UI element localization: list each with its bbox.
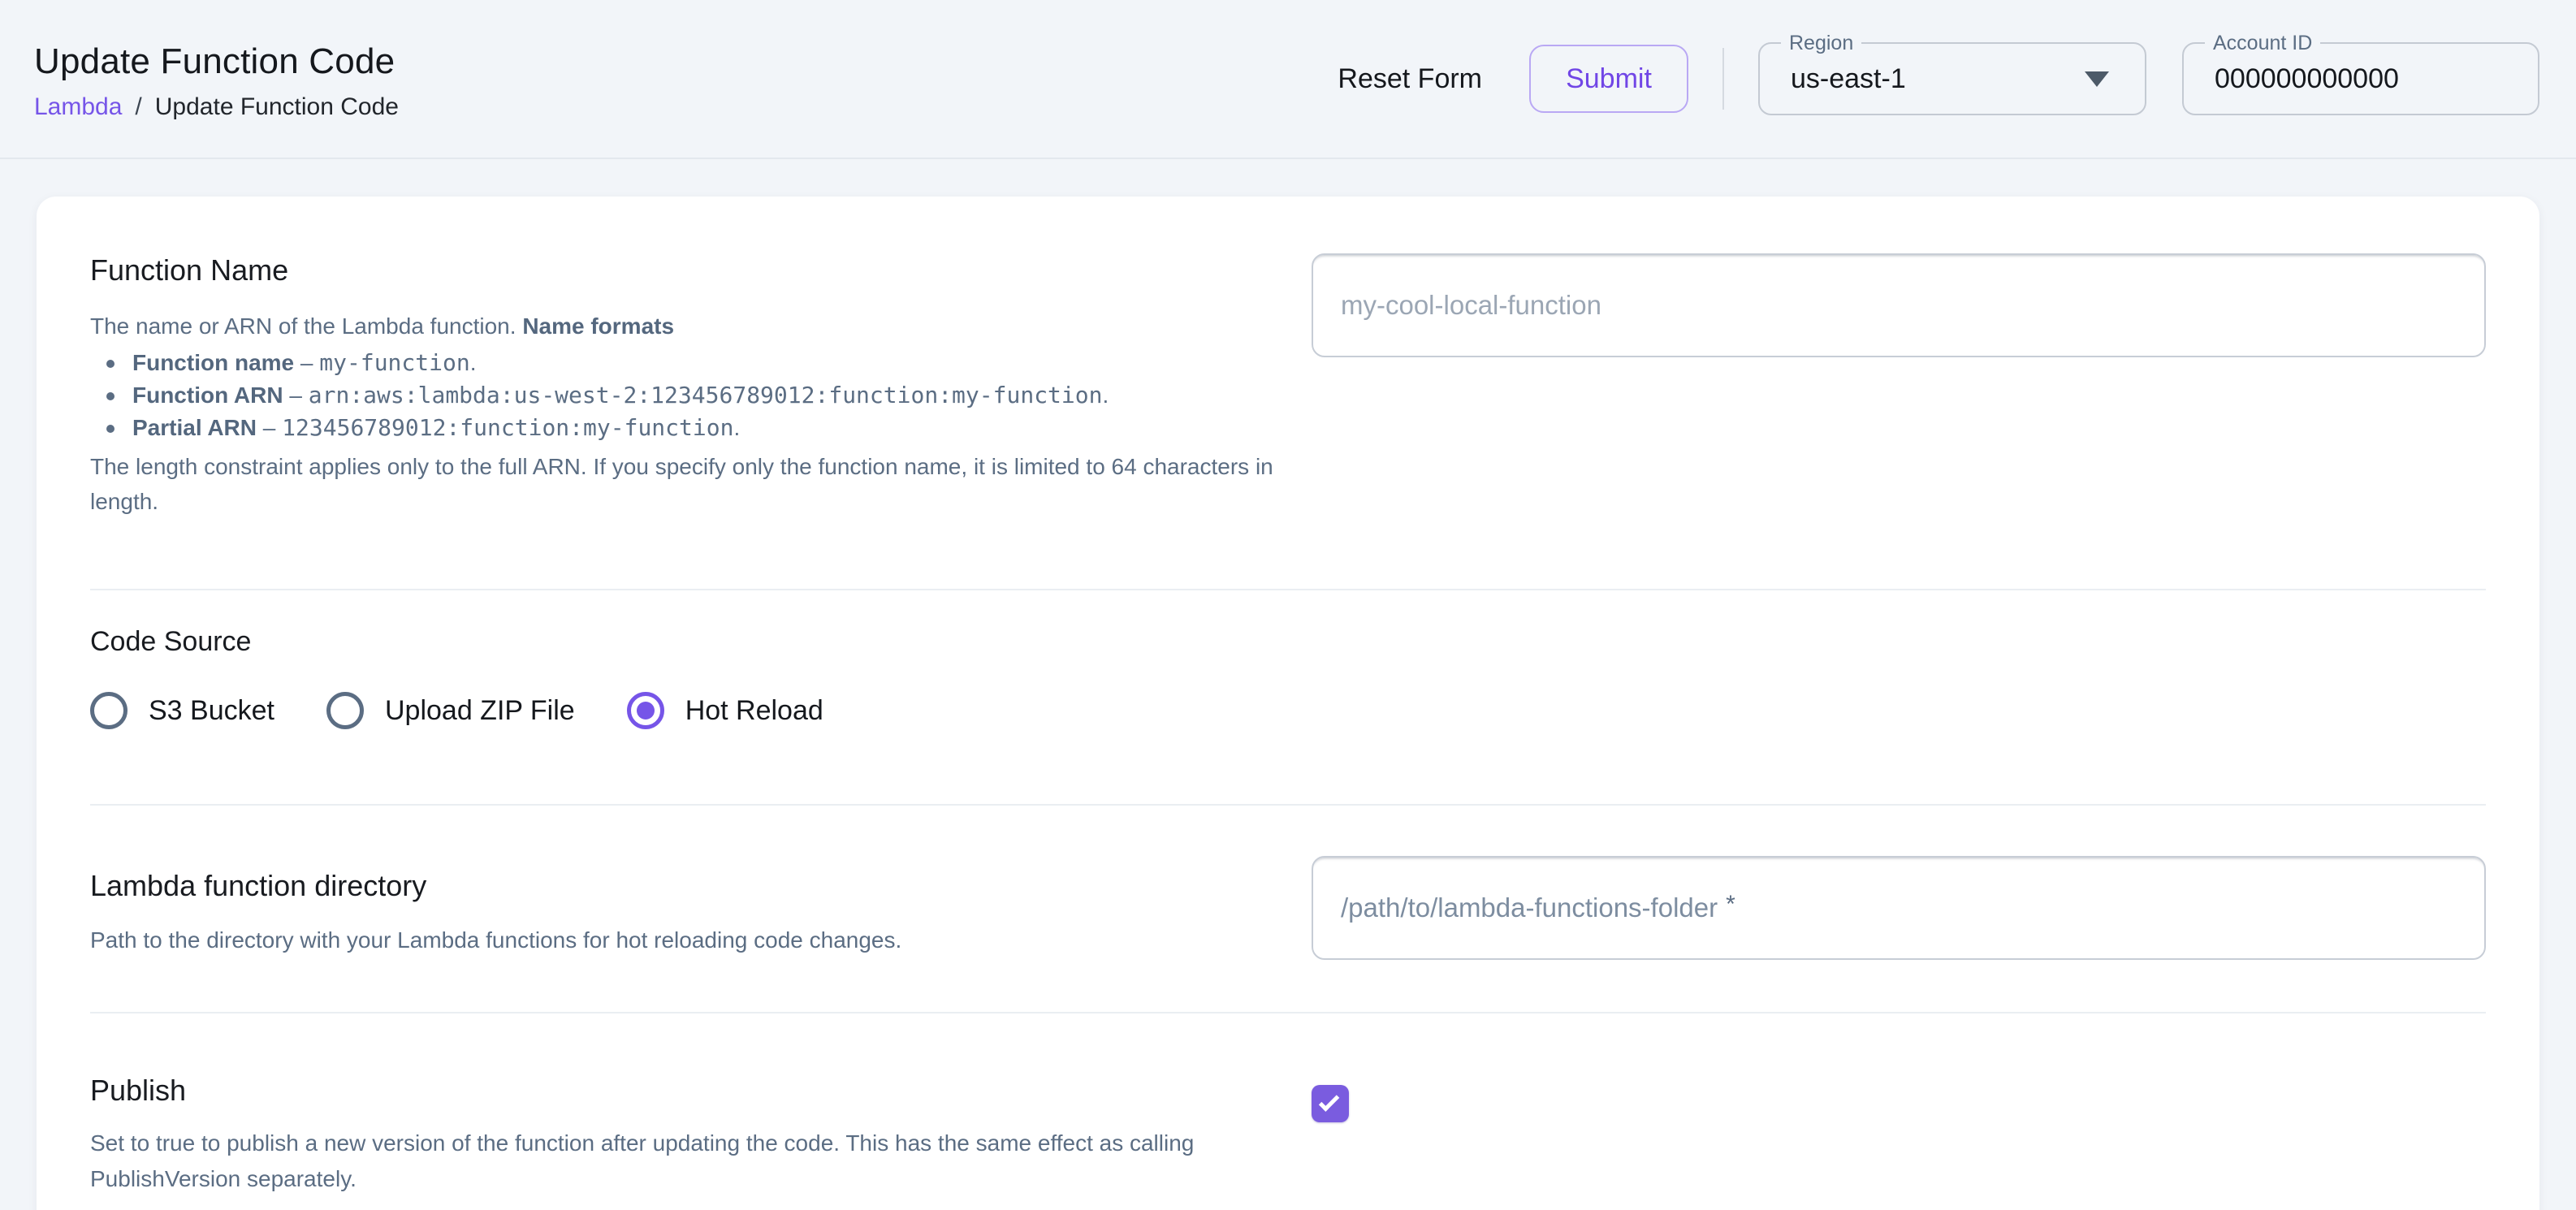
region-select[interactable]: Region us-east-1 (1758, 42, 2146, 115)
reset-form-button[interactable]: Reset Form (1329, 49, 1490, 110)
radio-icon (90, 692, 128, 729)
function-name-heading: Function Name (90, 253, 1276, 287)
account-id-field[interactable]: Account ID 000000000000 (2182, 42, 2539, 115)
function-name-input[interactable]: my-cool-local-function (1312, 253, 2486, 357)
breadcrumb-current: Update Function Code (155, 93, 399, 121)
breadcrumb-link-lambda[interactable]: Lambda (34, 93, 122, 121)
header-title-block: Update Function Code Lambda / Update Fun… (34, 37, 399, 121)
header-divider (1722, 48, 1724, 110)
region-label: Region (1781, 31, 1861, 55)
function-name-constraint-note: The length constraint applies only to th… (90, 449, 1276, 520)
publish-description: Set to true to publish a new version of … (90, 1126, 1276, 1196)
publish-checkbox[interactable] (1312, 1085, 1349, 1122)
breadcrumb-separator: / (135, 93, 141, 121)
radio-icon (326, 692, 364, 729)
required-asterisk: * (1726, 891, 1735, 918)
list-item: Function ARN – arn:aws:lambda:us-west-2:… (102, 379, 1276, 412)
main-content: Function Name The name or ARN of the Lam… (0, 159, 2576, 1210)
page-title: Update Function Code (34, 41, 399, 82)
code-source-heading: Code Source (90, 626, 2486, 658)
account-id-value: 000000000000 (2215, 63, 2513, 95)
page-header: Update Function Code Lambda / Update Fun… (0, 0, 2576, 159)
account-id-label: Account ID (2205, 31, 2320, 55)
directory-description: Path to the directory with your Lambda f… (90, 923, 1276, 957)
form-card: Function Name The name or ARN of the Lam… (37, 197, 2539, 1210)
directory-heading: Lambda function directory (90, 869, 1276, 903)
header-actions: Reset Form Submit Region us-east-1 Accou… (1329, 42, 2539, 115)
name-format-list: Function name – my-function. Function AR… (102, 347, 1276, 443)
section-code-source: Code Source S3 Bucket Upload ZIP File Ho… (90, 590, 2486, 804)
function-name-placeholder: my-cool-local-function (1341, 290, 1601, 321)
region-value: us-east-1 (1791, 63, 2085, 95)
radio-selected-icon (627, 692, 664, 729)
list-item: Partial ARN – 123456789012:function:my-f… (102, 412, 1276, 444)
radio-s3-bucket[interactable]: S3 Bucket (90, 692, 274, 729)
section-function-name: Function Name The name or ARN of the Lam… (90, 253, 2486, 589)
publish-heading: Publish (90, 1074, 1276, 1108)
radio-hot-reload[interactable]: Hot Reload (627, 692, 823, 729)
section-publish: Publish Set to true to publish a new ver… (90, 1013, 2486, 1196)
checkmark-icon (1319, 1091, 1339, 1112)
submit-button[interactable]: Submit (1529, 45, 1688, 113)
directory-placeholder: /path/to/lambda-functions-folder (1341, 892, 1718, 923)
breadcrumb: Lambda / Update Function Code (34, 93, 399, 121)
chevron-down-icon (2085, 71, 2109, 87)
radio-upload-zip-file[interactable]: Upload ZIP File (326, 692, 575, 729)
list-item: Function name – my-function. (102, 347, 1276, 379)
function-name-description: The name or ARN of the Lambda function. … (90, 309, 1276, 344)
section-lambda-directory: Lambda function directory Path to the di… (90, 806, 2486, 1012)
directory-input[interactable]: /path/to/lambda-functions-folder * (1312, 856, 2486, 960)
code-source-radio-group: S3 Bucket Upload ZIP File Hot Reload (90, 692, 2486, 729)
